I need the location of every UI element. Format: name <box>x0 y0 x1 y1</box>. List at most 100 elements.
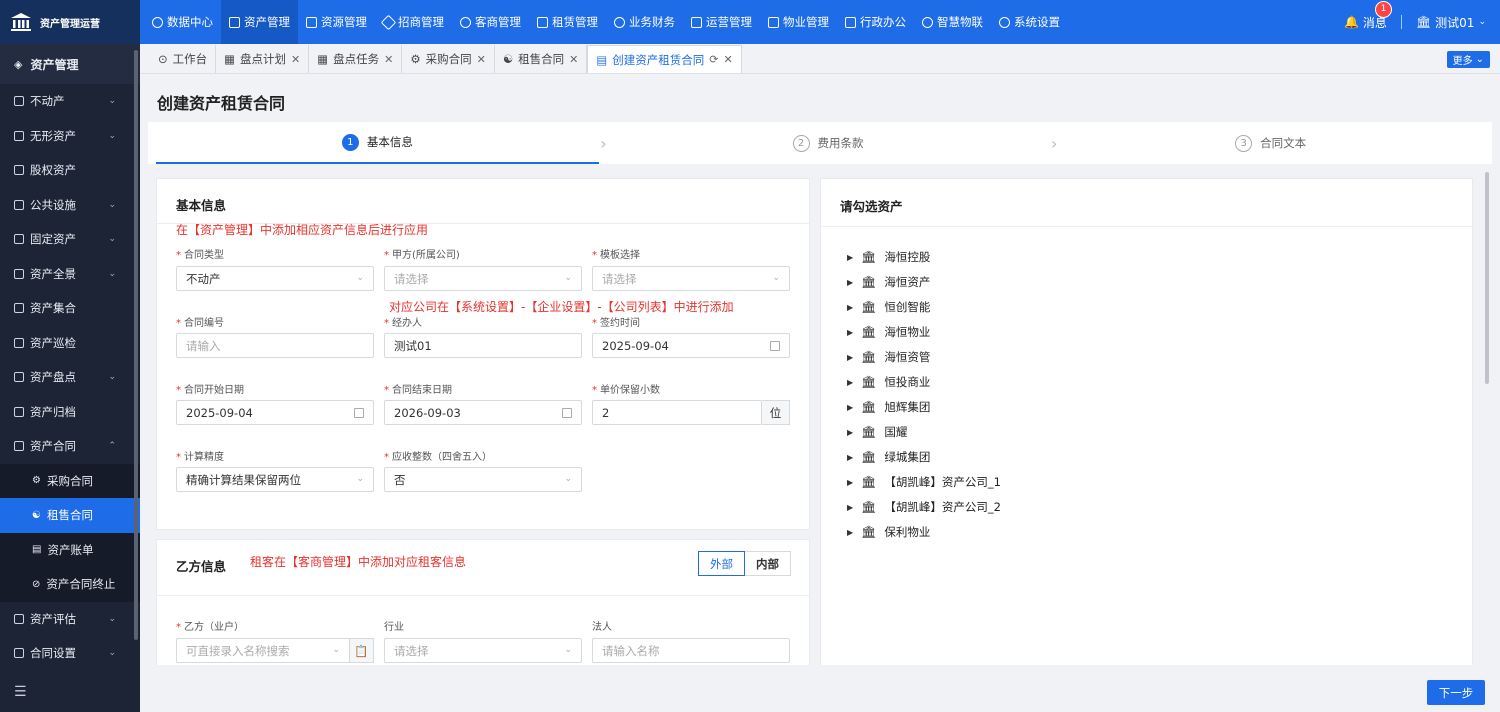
sidebar-item-label: 公共设施 <box>30 197 76 212</box>
topnav-item-resource[interactable]: 资源管理 <box>298 0 375 44</box>
decimals-input[interactable]: 2 <box>592 400 762 425</box>
sidebar-item-panorama[interactable]: 资产全景 ⌄ <box>0 257 140 292</box>
tree-node[interactable]: ▶ 🏛 国耀 <box>847 424 907 440</box>
precision-label: * 计算精度 <box>176 452 224 463</box>
close-icon[interactable]: ✕ <box>723 53 732 66</box>
start-date-picker[interactable]: 2025-09-04 <box>176 400 374 425</box>
chevron-down-icon: ⌄ <box>108 613 116 624</box>
tree-node[interactable]: ▶ 🏛 海恒资管 <box>847 349 930 365</box>
topnav-item-data-center[interactable]: 数据中心 <box>144 0 221 44</box>
tree-node[interactable]: ▶ 🏛 绿城集团 <box>847 449 930 465</box>
tree-node[interactable]: ▶ 🏛 保利物业 <box>847 524 930 540</box>
sidebar-subitem-asset-bill[interactable]: ▤ 资产账单 <box>0 532 140 567</box>
tree-node[interactable]: ▶ 🏛 旭辉集团 <box>847 399 930 415</box>
tree-node[interactable]: ▶ 🏛 恒创智能 <box>847 299 930 315</box>
topnav-item-asset-management[interactable]: 资产管理 <box>221 0 298 44</box>
tab-workbench[interactable]: ⊙ 工作台 <box>150 45 217 73</box>
sidebar-item-contract-settings[interactable]: 合同设置 ⌄ <box>0 636 140 671</box>
chevron-down-icon: ⌄ <box>108 372 116 383</box>
sidebar-item-inventory[interactable]: 资产盘点 ⌄ <box>0 360 140 395</box>
tab-purchase-contract[interactable]: ⚙ 采购合同 ✕ <box>402 45 495 73</box>
collapse-menu-icon[interactable]: ☰ <box>14 684 27 700</box>
sidebar-subitem-contract-termination[interactable]: ⊘ 资产合同终止 <box>0 567 140 602</box>
messages-button[interactable]: 🔔 消息 1 <box>1344 0 1392 31</box>
round-select[interactable]: 否 ⌄ <box>384 467 582 492</box>
tree-node[interactable]: ▶ 🏛 【胡凯峰】资产公司_1 <box>847 474 1001 490</box>
home-icon <box>768 16 779 28</box>
tab-inventory-plan[interactable]: ▦ 盘点计划 ✕ <box>216 45 310 73</box>
content-scrollbar[interactable] <box>1485 172 1489 384</box>
tree-node-label: 保利物业 <box>884 525 931 539</box>
topnav-item-property[interactable]: 物业管理 <box>760 0 837 44</box>
select-value: 精确计算结果保留两位 <box>186 472 301 487</box>
topnav-item-settings[interactable]: 系统设置 <box>991 0 1068 44</box>
topnav-item-lease[interactable]: 租赁管理 <box>529 0 606 44</box>
more-tabs-button[interactable]: 更多 ⌄ <box>1446 51 1490 68</box>
evaluation-icon <box>14 613 24 624</box>
next-step-button[interactable]: 下一步 <box>1427 680 1485 705</box>
external-toggle[interactable]: 外部 <box>698 551 745 576</box>
close-icon[interactable]: ✕ <box>569 53 578 66</box>
sidebar-item-public-facilities[interactable]: 公共设施 ⌄ <box>0 188 140 223</box>
top-bar: 资产管理运营 数据中心 资产管理 资源管理 招商管理 客商管理 租赁管理 业务财… <box>0 0 1500 44</box>
sidebar-item-label: 资产巡检 <box>30 335 76 350</box>
close-icon[interactable]: ✕ <box>291 53 300 66</box>
sign-date-picker[interactable]: 2025-09-04 <box>592 333 790 358</box>
app-logo[interactable]: 资产管理运营 <box>0 0 140 44</box>
precision-select[interactable]: 精确计算结果保留两位 ⌄ <box>176 467 374 492</box>
sidebar-item-equity[interactable]: 股权资产 <box>0 153 140 188</box>
contract-type-select[interactable]: 不动产 ⌄ <box>176 266 374 291</box>
tree-node[interactable]: ▶ 🏛 海恒物业 <box>847 324 930 340</box>
topnav-item-admin[interactable]: 行政办公 <box>837 0 914 44</box>
sidebar-item-collection[interactable]: 资产集合 <box>0 291 140 326</box>
handler-input[interactable]: 测试01 <box>384 333 582 358</box>
input-value: 2 <box>602 405 610 420</box>
tab-create-lease-contract[interactable]: ▤ 创建资产租赁合同 ⟳ ✕ <box>587 45 742 73</box>
sidebar-subitem-lease-contract[interactable]: ☯ 租售合同 <box>0 498 140 533</box>
sidebar-item-evaluation[interactable]: 资产评估 ⌄ <box>0 602 140 637</box>
close-icon[interactable]: ✕ <box>477 53 486 66</box>
label-text: 行业 <box>384 622 404 633</box>
sidebar-item-intangible[interactable]: 无形资产 ⌄ <box>0 119 140 154</box>
sidebar-item-contracts[interactable]: 资产合同 ⌃ <box>0 429 140 464</box>
tree-node[interactable]: ▶ 🏛 海恒资产 <box>847 274 930 290</box>
party-a-select[interactable]: 请选择 ⌄ <box>384 266 582 291</box>
step-contract-text[interactable]: 3 合同文本 <box>1049 122 1492 164</box>
topnav-item-iot[interactable]: 智慧物联 <box>914 0 991 44</box>
sidebar-item-real-estate[interactable]: 不动产 ⌄ <box>0 84 140 119</box>
sidebar-subitem-purchase-contract[interactable]: ⚙ 采购合同 <box>0 463 140 498</box>
sidebar-item-archive[interactable]: 资产归档 <box>0 395 140 430</box>
end-date-picker[interactable]: 2026-09-03 <box>384 400 582 425</box>
tree-node[interactable]: ▶ 🏛 恒投商业 <box>847 374 930 390</box>
tree-node[interactable]: ▶ 🏛 【胡凯峰】资产公司_2 <box>847 499 1001 515</box>
sidebar-item-fixed-assets[interactable]: 固定资产 ⌄ <box>0 222 140 257</box>
contract-no-input[interactable]: 请输入 <box>176 333 374 358</box>
internal-toggle[interactable]: 内部 <box>745 551 791 576</box>
refresh-icon[interactable]: ⟳ <box>709 53 718 66</box>
close-icon[interactable]: ✕ <box>384 53 393 66</box>
legal-input[interactable]: 请输入名称 <box>592 638 790 663</box>
template-select[interactable]: 请选择 ⌄ <box>592 266 790 291</box>
tab-inventory-task[interactable]: ▦ 盘点任务 ✕ <box>309 45 403 73</box>
topnav-item-finance[interactable]: 业务财务 <box>606 0 683 44</box>
step-fee-terms[interactable]: 2 费用条款 › <box>607 122 1057 164</box>
party-lookup-button[interactable]: 📋 <box>349 638 374 663</box>
tree-node[interactable]: ▶ 🏛 海恒控股 <box>847 249 930 265</box>
sidebar-item-inspection[interactable]: 资产巡检 <box>0 326 140 361</box>
step-basic-info[interactable]: 1 基本信息 › <box>156 122 607 164</box>
topnav-item-customer[interactable]: 客商管理 <box>452 0 529 44</box>
settings-doc-icon <box>14 648 24 659</box>
contract-no-label: * 合同编号 <box>176 318 224 329</box>
tab-lease-contract[interactable]: ☯ 租售合同 ✕ <box>495 45 588 73</box>
bill-icon: ▤ <box>32 544 42 556</box>
step-label: 基本信息 <box>366 135 413 149</box>
industry-select[interactable]: 请选择 ⌄ <box>384 638 582 663</box>
user-menu[interactable]: 🏛 测试01 ⌄ <box>1416 14 1486 31</box>
party-search-select[interactable]: 可直接录入名称搜索 ⌄ <box>176 638 350 663</box>
topnav-item-operations[interactable]: 运营管理 <box>683 0 760 44</box>
tree-node-label: 海恒控股 <box>884 250 931 264</box>
cube-icon: ◈ <box>14 57 23 71</box>
topnav-item-investment[interactable]: 招商管理 <box>375 0 452 44</box>
step-number: 2 <box>792 134 810 152</box>
sidebar-scrollbar[interactable] <box>134 50 138 640</box>
